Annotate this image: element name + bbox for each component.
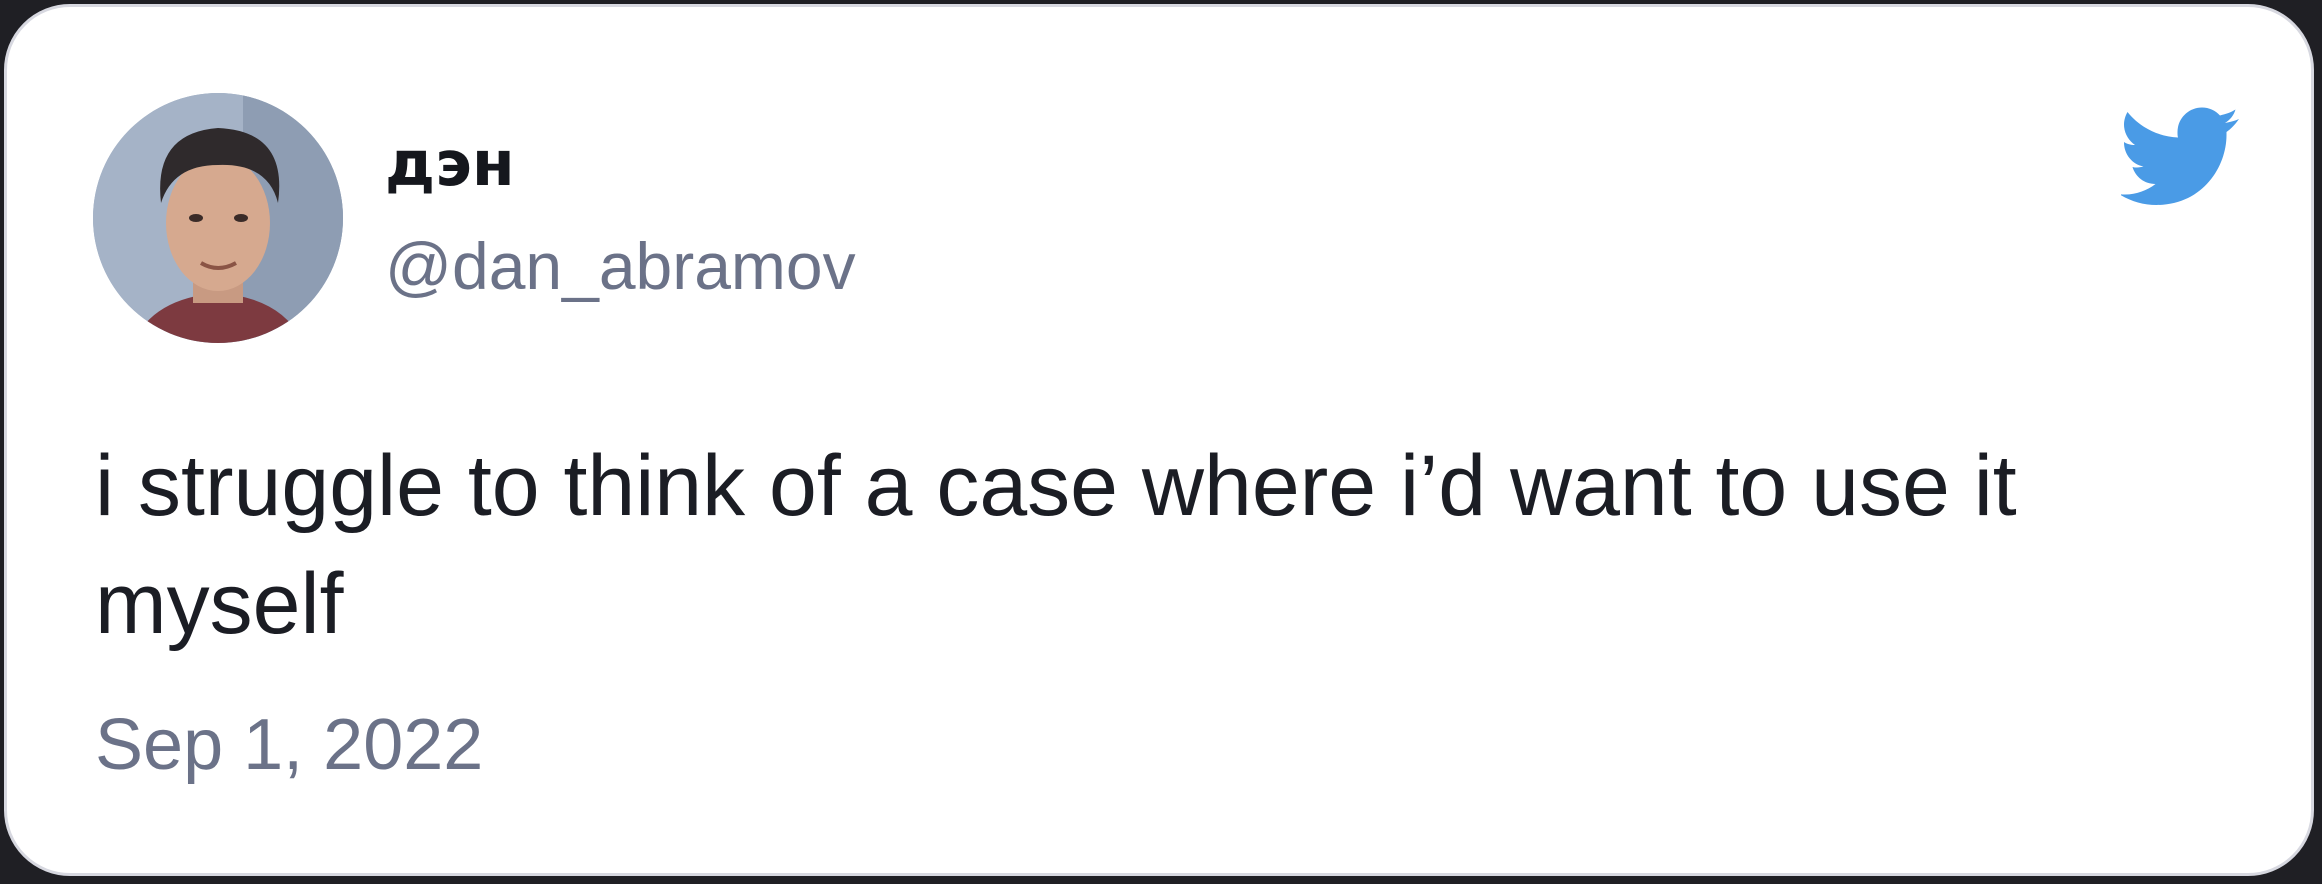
tweet-text: i struggle to think of a case where i’d … (95, 438, 2017, 652)
twitter-bird-icon[interactable] (2121, 107, 2241, 207)
twitter-bird-glyph (2121, 107, 2239, 205)
tweet-date[interactable]: Sep 1, 2022 (95, 709, 483, 781)
tweet-card: дэн @dan_abramov i struggle to think of … (4, 4, 2314, 876)
author-display-name[interactable]: дэн (385, 133, 515, 195)
avatar[interactable] (93, 93, 343, 343)
avatar-image (93, 93, 343, 343)
author-handle[interactable]: @dan_abramov (385, 233, 856, 299)
